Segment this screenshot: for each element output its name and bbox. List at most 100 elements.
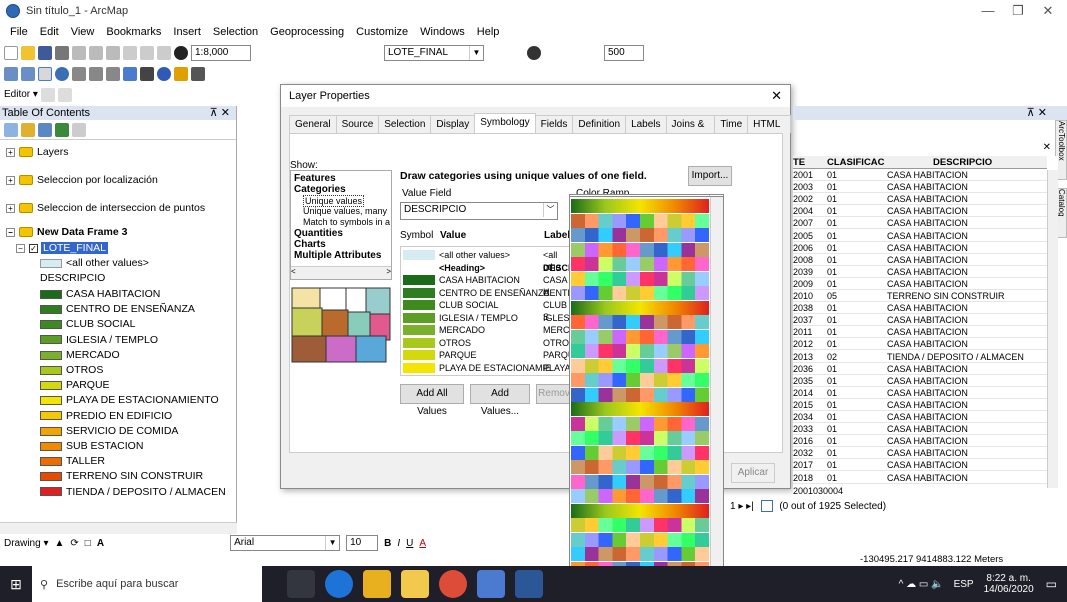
font-size-select[interactable]: 10 xyxy=(346,535,379,551)
cut-icon[interactable] xyxy=(72,45,86,60)
back-icon[interactable] xyxy=(89,66,103,81)
value-row[interactable]: MERCADO MERCA xyxy=(401,324,570,336)
start-button[interactable]: ⊞ xyxy=(0,566,32,602)
table-row[interactable]: 2018 01 CASA HABITACION xyxy=(793,473,1047,484)
value-row[interactable]: CASA HABITACION CASA H xyxy=(401,274,570,297)
taskbar-search[interactable]: ⚲ Escribe aquí para buscar xyxy=(32,566,262,602)
text-tool-icon[interactable]: A xyxy=(97,538,104,549)
toc-legend-item[interactable]: TIENDA / DEPOSITO / ALMACEN xyxy=(40,484,226,500)
tab-selection[interactable]: Selection xyxy=(378,115,432,133)
color-ramp-option[interactable] xyxy=(571,489,709,503)
color-ramp-option[interactable] xyxy=(571,344,709,358)
toc-legend-item[interactable]: CENTRO DE ENSEÑANZA xyxy=(40,301,195,317)
value-symbol[interactable] xyxy=(403,350,435,360)
color-ramp-option[interactable] xyxy=(571,257,709,271)
color-ramp-option[interactable] xyxy=(571,213,709,228)
value-row[interactable]: IGLESIA / TEMPLO IGLESI xyxy=(401,312,570,324)
table-row[interactable]: 2033 01 CASA HABITACION xyxy=(793,424,1047,436)
open-icon[interactable] xyxy=(21,45,35,60)
value-field-select[interactable]: DESCRIPCIO ﹀ xyxy=(400,202,558,220)
show-all-records-icon[interactable] xyxy=(760,500,773,513)
toc-legend-item[interactable]: TALLER xyxy=(40,453,105,469)
tab-time[interactable]: Time xyxy=(714,115,749,133)
table-row[interactable]: 2009 01 CASA HABITACION xyxy=(793,279,1047,290)
toc-legend-item[interactable]: PREDIO EN EDIFICIO xyxy=(40,408,172,424)
toc-legend-item[interactable]: IGLESIA / TEMPLO xyxy=(40,332,158,348)
table-row[interactable]: 2038 01 CASA HABITACION xyxy=(793,303,1047,315)
toc-layers[interactable]: + Layers xyxy=(6,144,69,160)
font-color-icon[interactable]: A xyxy=(419,538,426,549)
task-view-icon[interactable] xyxy=(287,570,315,598)
sketch-icon[interactable] xyxy=(57,87,72,102)
zoom-in-icon[interactable] xyxy=(4,66,18,81)
tab-joins-relates[interactable]: Joins & Relates xyxy=(665,115,716,148)
identify-icon[interactable] xyxy=(527,45,541,60)
color-ramp-option[interactable] xyxy=(571,242,709,257)
bold-icon[interactable]: B xyxy=(384,538,391,549)
color-ramp-option[interactable] xyxy=(571,416,709,431)
edit-tool-icon[interactable] xyxy=(40,87,55,102)
value-symbol[interactable] xyxy=(403,250,435,260)
table-row[interactable]: 2017 01 CASA HABITACION xyxy=(793,460,1047,472)
tab-definition-query[interactable]: Definition Query xyxy=(572,115,627,148)
select-features-icon[interactable] xyxy=(123,66,137,81)
color-ramp-option[interactable] xyxy=(571,329,709,344)
chrome-icon[interactable] xyxy=(439,570,467,598)
scale-value-combo[interactable]: 500 xyxy=(604,44,644,61)
table-scrollbar[interactable] xyxy=(1047,170,1058,488)
color-ramp-option[interactable] xyxy=(571,271,709,286)
clock[interactable]: 8:22 a. m. 14/06/2020 xyxy=(984,573,1034,595)
map-area[interactable] xyxy=(237,106,283,534)
full-extent-icon[interactable] xyxy=(55,66,69,81)
table-row[interactable]: 2010 05 TERRENO SIN CONSTRUIR xyxy=(793,291,1047,302)
italic-icon[interactable]: I xyxy=(397,538,400,549)
table-row[interactable]: 2039 01 CASA HABITACION xyxy=(793,267,1047,278)
toc-legend-item[interactable]: OTROS xyxy=(40,362,103,378)
color-ramp-option[interactable] xyxy=(571,300,709,315)
table-row[interactable]: 2004 01 CASA HABITACION xyxy=(793,206,1047,218)
fixed-zoom-icon[interactable] xyxy=(72,66,86,81)
show-features[interactable]: Features xyxy=(294,173,336,184)
copy-icon[interactable] xyxy=(89,45,103,60)
toc-close-icon[interactable]: ⊼ ✕ xyxy=(210,106,230,120)
color-ramp-option[interactable] xyxy=(571,387,709,402)
menu-windows[interactable]: Windows xyxy=(414,26,471,38)
value-row[interactable]: CLUB SOCIAL CLUB S xyxy=(401,299,570,322)
list-by-visibility-icon[interactable] xyxy=(38,122,52,137)
tree-scrollbar[interactable]: < > xyxy=(291,266,391,279)
menu-geoprocessing[interactable]: Geoprocessing xyxy=(264,26,350,38)
color-ramp-option[interactable] xyxy=(571,373,709,387)
menu-edit[interactable]: Edit xyxy=(34,26,65,38)
delete-icon[interactable] xyxy=(123,45,137,60)
notifications-icon[interactable]: ▭ xyxy=(1046,577,1057,591)
import-button[interactable]: Import... xyxy=(688,166,732,186)
language-indicator[interactable]: ESP xyxy=(954,579,974,590)
show-quantities[interactable]: Quantities xyxy=(294,228,343,239)
table-row[interactable]: 2016 01 CASA HABITACION xyxy=(793,436,1047,448)
color-ramp-option[interactable] xyxy=(571,199,709,213)
store-icon[interactable] xyxy=(363,570,391,598)
table-row[interactable]: 2003 01 CASA HABITACION xyxy=(793,182,1047,194)
table-row[interactable]: 2015 01 CASA HABITACION xyxy=(793,400,1047,411)
checkbox-icon[interactable]: ✓ xyxy=(29,243,38,253)
show-unique-values-many[interactable]: Unique values, many xyxy=(303,206,387,216)
color-ramp-option[interactable] xyxy=(571,460,709,474)
collapse-icon[interactable]: − xyxy=(6,227,15,237)
tab-labels[interactable]: Labels xyxy=(625,115,667,133)
table-row[interactable]: 2005 01 CASA HABITACION xyxy=(793,231,1047,242)
table-close-icon[interactable]: ✕ xyxy=(1043,142,1051,153)
select-elements-icon[interactable] xyxy=(140,66,154,81)
drawing-menu[interactable]: Drawing ▾ xyxy=(4,538,49,549)
show-categories[interactable]: Categories xyxy=(294,184,346,195)
arcmap-taskbar-icon[interactable] xyxy=(477,570,505,598)
value-symbol[interactable] xyxy=(403,312,435,323)
tray-icons[interactable]: ^ ☁ ▭ 🔈 xyxy=(899,579,944,590)
value-symbol[interactable] xyxy=(403,325,435,335)
value-row[interactable]: PLAYA DE ESTACIONAMIE PLAYA xyxy=(401,362,570,374)
value-symbol[interactable] xyxy=(403,337,435,348)
table-row[interactable]: 2035 01 CASA HABITACION xyxy=(793,376,1047,387)
add-all-values-button[interactable]: Add All Values xyxy=(400,384,464,417)
value-symbol[interactable] xyxy=(403,275,435,285)
color-ramp-option[interactable] xyxy=(571,503,709,518)
toc-group-interseccion[interactable]: + Seleccion de interseccion de puntos xyxy=(6,200,205,216)
